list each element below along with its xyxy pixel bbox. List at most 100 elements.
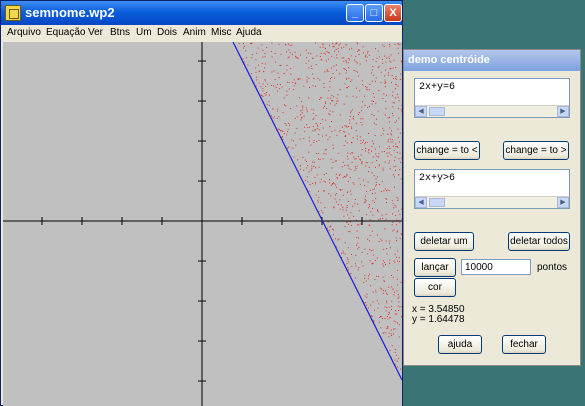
centroid-dialog: demo centróide 2x+y=6 ◀ ▶ change = to < … <box>403 49 581 366</box>
sample-point <box>327 97 329 99</box>
change-to-less-button[interactable]: change = to < <box>414 141 480 160</box>
sample-point <box>366 191 368 193</box>
scroll-thumb[interactable] <box>429 198 445 207</box>
sample-point <box>399 152 401 154</box>
sample-point <box>275 86 277 88</box>
sample-point <box>347 165 349 167</box>
sample-point <box>268 101 270 103</box>
sample-point <box>335 173 337 175</box>
sample-point <box>301 117 302 119</box>
minimize-button[interactable]: _ <box>346 4 364 22</box>
sample-point <box>359 183 361 185</box>
menu-dois[interactable]: Dois <box>157 27 177 38</box>
delete-all-button[interactable]: deletar todos <box>508 232 570 251</box>
title-bar[interactable]: semnome.wp2 _ □ X <box>1 1 402 25</box>
sample-point <box>346 205 348 207</box>
launch-button[interactable]: lançar <box>414 258 456 277</box>
sample-point <box>336 69 338 71</box>
sample-point <box>348 133 350 135</box>
sample-point <box>358 210 360 212</box>
menu-arquivo[interactable]: Arquivo <box>7 27 41 38</box>
sample-point <box>366 86 368 88</box>
sample-point <box>320 52 322 54</box>
scroll-left-icon[interactable]: ◀ <box>415 106 427 117</box>
scroll-thumb[interactable] <box>429 107 445 116</box>
sample-point <box>399 132 401 134</box>
menu-btns[interactable]: Btns <box>110 27 130 38</box>
graph-area[interactable] <box>3 42 402 406</box>
sample-point <box>347 164 349 166</box>
sample-point <box>339 199 341 201</box>
sample-point <box>308 67 310 69</box>
sample-point <box>392 213 393 215</box>
points-count-input[interactable] <box>461 259 531 275</box>
help-button[interactable]: ajuda <box>438 335 482 354</box>
sample-point <box>393 160 395 162</box>
equation-hscroll[interactable]: ◀ ▶ <box>415 105 569 117</box>
sample-point <box>384 75 386 77</box>
scroll-right-icon[interactable]: ▶ <box>557 106 569 117</box>
sample-point <box>386 147 388 149</box>
sample-point <box>356 138 358 140</box>
sample-point <box>395 66 397 68</box>
sample-point <box>351 224 352 226</box>
inequality-hscroll[interactable]: ◀ ▶ <box>415 196 569 208</box>
sample-point <box>338 238 340 240</box>
sample-point <box>313 78 315 80</box>
delete-one-button[interactable]: deletar um <box>414 232 474 251</box>
sample-point <box>398 301 400 303</box>
sample-point <box>372 156 374 158</box>
sample-point <box>322 158 324 160</box>
color-button[interactable]: cor <box>414 278 456 297</box>
graph-canvas[interactable] <box>3 42 402 406</box>
change-to-greater-button[interactable]: change = to > <box>503 141 569 160</box>
sample-point <box>373 320 375 322</box>
dialog-title[interactable]: demo centróide <box>404 50 580 71</box>
sample-point <box>315 194 317 196</box>
sample-point <box>285 124 287 126</box>
scroll-right-icon[interactable]: ▶ <box>557 197 569 208</box>
sample-point <box>382 133 384 135</box>
menu-misc[interactable]: Misc <box>211 27 232 38</box>
sample-point <box>334 160 336 162</box>
maximize-button[interactable]: □ <box>365 4 383 22</box>
sample-point <box>332 147 334 149</box>
menu-ver[interactable]: Ver <box>88 27 103 38</box>
close-dialog-button[interactable]: fechar <box>502 335 546 354</box>
equation-input[interactable]: 2x+y=6 ◀ ▶ <box>414 78 570 118</box>
sample-point <box>399 214 401 215</box>
main-window: semnome.wp2 _ □ X Arquivo Equação Ver Bt… <box>0 0 403 406</box>
sample-point <box>391 345 393 347</box>
sample-point <box>367 50 369 52</box>
inequality-input[interactable]: 2x+y>6 ◀ ▶ <box>414 169 570 209</box>
close-button[interactable]: X <box>384 4 402 22</box>
sample-point <box>243 47 245 49</box>
sample-point <box>362 101 363 103</box>
sample-point <box>298 78 300 80</box>
menu-equacao[interactable]: Equação <box>46 27 85 38</box>
sample-point <box>377 110 379 112</box>
sample-point <box>322 46 324 48</box>
sample-point <box>258 70 260 72</box>
menu-ajuda[interactable]: Ajuda <box>236 27 262 38</box>
menu-um[interactable]: Um <box>136 27 152 38</box>
sample-point <box>374 148 376 150</box>
sample-point <box>267 83 269 85</box>
sample-point <box>308 136 310 138</box>
sample-point <box>303 115 305 117</box>
sample-point <box>351 254 352 255</box>
sample-point <box>343 103 345 105</box>
sample-point <box>306 161 307 163</box>
sample-point <box>283 73 285 74</box>
sample-point <box>356 165 358 167</box>
sample-point <box>396 240 398 242</box>
sample-point <box>396 231 398 233</box>
sample-point <box>284 104 285 106</box>
sample-point <box>369 219 371 221</box>
sample-point <box>393 328 395 330</box>
menu-anim[interactable]: Anim <box>183 27 206 38</box>
sample-point <box>350 273 352 274</box>
sample-point <box>348 167 350 169</box>
scroll-left-icon[interactable]: ◀ <box>415 197 427 208</box>
sample-point <box>255 59 257 61</box>
